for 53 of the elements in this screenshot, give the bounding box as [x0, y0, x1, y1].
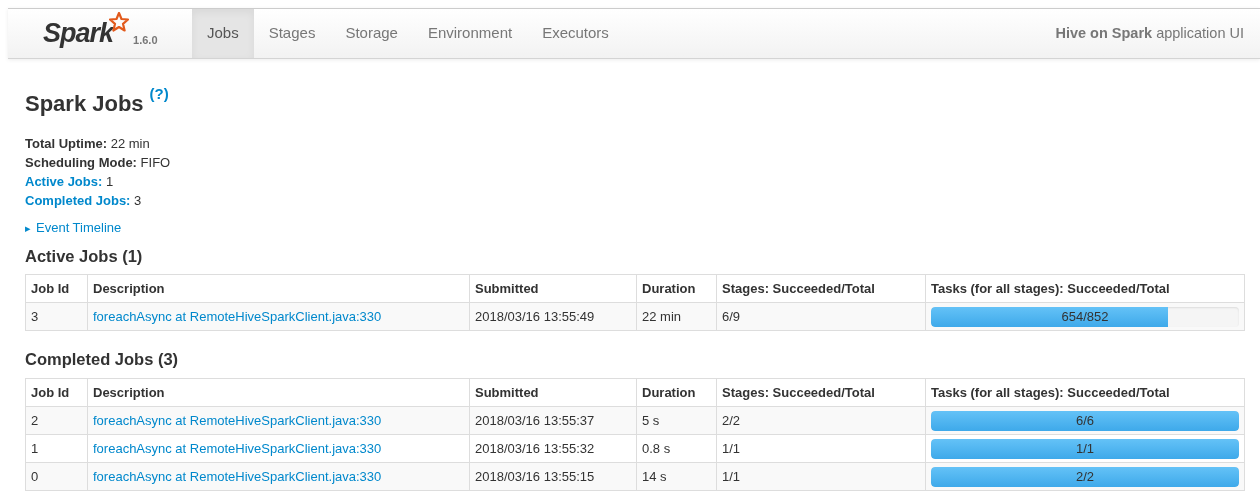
table-cell: 2018/03/16 13:55:15	[469, 462, 637, 491]
column-header[interactable]: Tasks (for all stages): Succeeded/Total	[925, 378, 1245, 407]
table-cell: 6/9	[716, 302, 926, 331]
progress-label: 654/852	[1060, 307, 1110, 326]
table-cell: 2	[25, 406, 88, 435]
table-cell: 2018/03/16 13:55:32	[469, 434, 637, 463]
column-header[interactable]: Job Id	[25, 378, 88, 407]
summary-value: 22 min	[110, 136, 150, 151]
summary-value: 1	[105, 174, 114, 189]
table-cell: 1/1	[716, 434, 926, 463]
page-title: Spark Jobs	[25, 90, 144, 118]
table-cell: 22 min	[636, 302, 717, 331]
nav-tab[interactable]: Jobs	[192, 9, 254, 58]
column-header[interactable]: Duration	[636, 274, 717, 303]
table-cell: 2018/03/16 13:55:37	[469, 406, 637, 435]
progress-label: 6/6	[1074, 411, 1096, 430]
summary-label: Total Uptime:	[25, 136, 108, 151]
table-cell: 5 s	[636, 406, 717, 435]
column-header[interactable]: Description	[87, 378, 470, 407]
help-link[interactable]: (?)	[149, 83, 169, 106]
column-header[interactable]: Job Id	[25, 274, 88, 303]
table-cell: 0	[25, 462, 88, 491]
column-header[interactable]: Duration	[636, 378, 717, 407]
column-header[interactable]: Stages: Succeeded/Total	[716, 274, 926, 303]
summary-link[interactable]: Completed Jobs:	[25, 193, 131, 208]
column-header[interactable]: Submitted	[469, 274, 637, 303]
column-header[interactable]: Description	[87, 274, 470, 303]
summary-value: FIFO	[140, 155, 171, 170]
app-name: Hive on Spark application UI	[1055, 23, 1245, 43]
progress-label: 2/2	[1074, 467, 1096, 486]
column-header[interactable]: Tasks (for all stages): Succeeded/Total	[925, 274, 1245, 303]
summary-link[interactable]: Active Jobs:	[25, 174, 103, 189]
nav-tab[interactable]: Storage	[330, 9, 413, 58]
table-cell: 14 s	[636, 462, 717, 491]
nav-tab[interactable]: Executors	[527, 9, 624, 58]
table-cell: 2/2	[716, 406, 926, 435]
column-header[interactable]: Submitted	[469, 378, 637, 407]
nav-tab[interactable]: Environment	[412, 9, 528, 58]
column-header[interactable]: Stages: Succeeded/Total	[716, 378, 926, 407]
version-label: 1.6.0	[133, 32, 158, 48]
progress-label: 1/1	[1074, 439, 1096, 458]
table-cell: 3	[25, 302, 88, 331]
section-heading: Completed Jobs (3)	[25, 349, 180, 371]
summary-label: Scheduling Mode:	[25, 155, 137, 170]
section-heading: Active Jobs (1)	[25, 245, 144, 267]
logo[interactable]: Spark	[43, 20, 114, 47]
event-timeline-toggle[interactable]: ▸ Event Timeline	[25, 218, 1245, 238]
nav-tab[interactable]: Stages	[253, 9, 331, 58]
summary-value: 3	[134, 193, 142, 208]
table-cell: 1/1	[716, 462, 926, 491]
table-cell: 0.8 s	[636, 434, 717, 463]
table-cell: 2018/03/16 13:55:49	[469, 302, 637, 331]
table-cell: 1	[25, 434, 88, 463]
